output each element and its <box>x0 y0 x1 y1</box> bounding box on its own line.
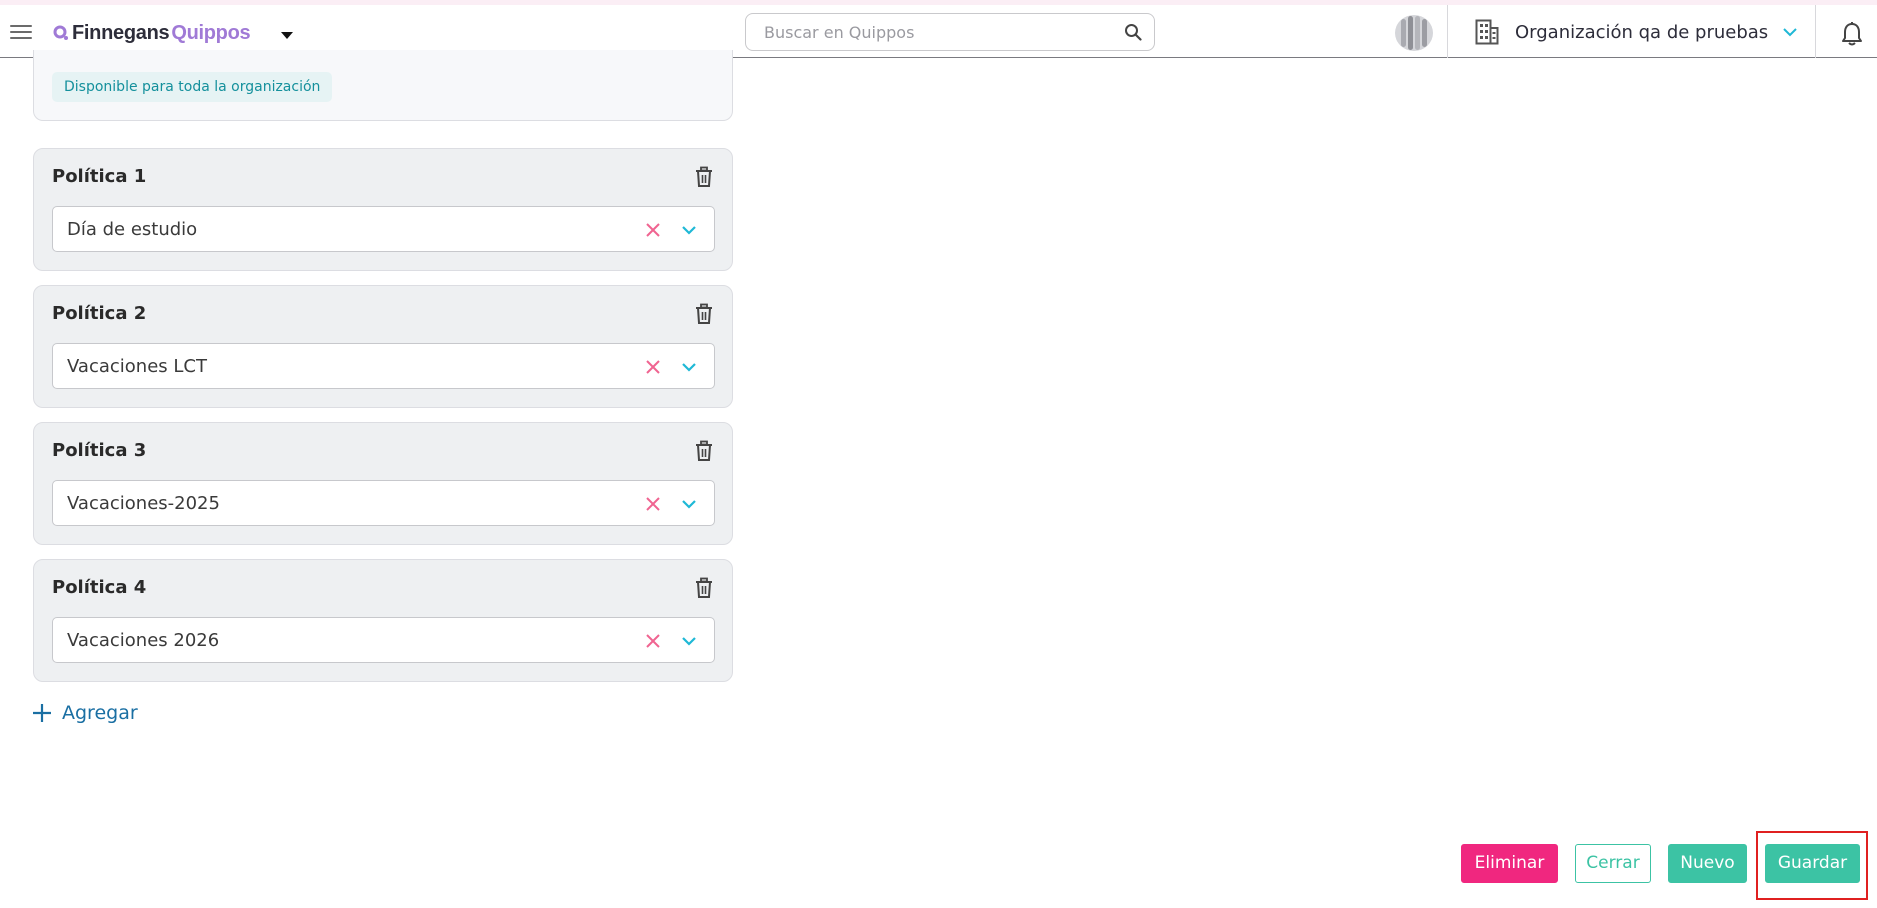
save-button[interactable]: Guardar <box>1765 844 1860 883</box>
clear-icon[interactable] <box>644 221 662 239</box>
availability-badge: Disponible para toda la organización <box>52 72 333 102</box>
delete-button[interactable]: Eliminar <box>1461 844 1558 883</box>
app-switcher-caret-icon[interactable] <box>281 32 293 39</box>
plus-icon <box>33 704 51 722</box>
trash-icon[interactable] <box>694 303 714 325</box>
chevron-down-icon[interactable] <box>680 633 698 649</box>
new-button[interactable]: Nuevo <box>1668 844 1747 883</box>
search-input[interactable] <box>764 22 1104 42</box>
policy-select-value: Día de estudio <box>67 219 198 240</box>
chevron-down-icon[interactable] <box>1781 23 1799 41</box>
trash-icon[interactable] <box>694 440 714 462</box>
policy-title: Política 3 <box>52 440 147 461</box>
app-logo[interactable]: Finnegans Quippos <box>53 21 251 45</box>
header-divider <box>1447 5 1448 58</box>
trash-icon[interactable] <box>694 577 714 599</box>
logo-mark-icon <box>53 25 68 40</box>
policy-card: Política 2 Vacaciones LCT <box>33 285 733 408</box>
organization-name: Organización qa de pruebas <box>1515 21 1769 43</box>
search-icon[interactable] <box>1124 23 1142 41</box>
policy-card: Política 1 Día de estudio <box>33 148 733 271</box>
policy-select-value: Vacaciones-2025 <box>67 493 220 514</box>
chevron-down-icon[interactable] <box>680 222 698 238</box>
policy-select[interactable]: Día de estudio <box>52 206 715 252</box>
policy-select-value: Vacaciones 2026 <box>67 630 220 651</box>
chevron-down-icon[interactable] <box>680 359 698 375</box>
logo-text-primary: Finnegans <box>72 21 170 44</box>
add-policy-label: Agregar <box>62 702 138 724</box>
policy-title: Política 4 <box>52 577 147 598</box>
policy-select-value: Vacaciones LCT <box>67 356 207 377</box>
header-divider <box>1815 5 1816 58</box>
notifications-bell-icon[interactable] <box>1840 21 1864 47</box>
add-policy-button[interactable]: Agregar <box>31 700 138 726</box>
clear-icon[interactable] <box>644 495 662 513</box>
policy-card: Política 4 Vacaciones 2026 <box>33 559 733 682</box>
clear-icon[interactable] <box>644 358 662 376</box>
global-search <box>745 13 1155 51</box>
policy-select[interactable]: Vacaciones LCT <box>52 343 715 389</box>
building-icon <box>1475 19 1499 45</box>
policy-select[interactable]: Vacaciones-2025 <box>52 480 715 526</box>
trash-icon[interactable] <box>694 166 714 188</box>
policy-title: Política 2 <box>52 303 147 324</box>
policy-card: Política 3 Vacaciones-2025 <box>33 422 733 545</box>
user-avatar[interactable] <box>1394 13 1434 53</box>
hamburger-menu-icon[interactable] <box>10 25 32 41</box>
clear-icon[interactable] <box>644 632 662 650</box>
availability-card: Disponible para toda la organización <box>33 50 733 121</box>
policy-title: Política 1 <box>52 166 147 187</box>
logo-text-secondary: Quippos <box>171 21 251 44</box>
chevron-down-icon[interactable] <box>680 496 698 512</box>
policy-select[interactable]: Vacaciones 2026 <box>52 617 715 663</box>
organization-selector[interactable]: Organización qa de pruebas <box>1475 15 1805 49</box>
close-button[interactable]: Cerrar <box>1575 844 1651 883</box>
